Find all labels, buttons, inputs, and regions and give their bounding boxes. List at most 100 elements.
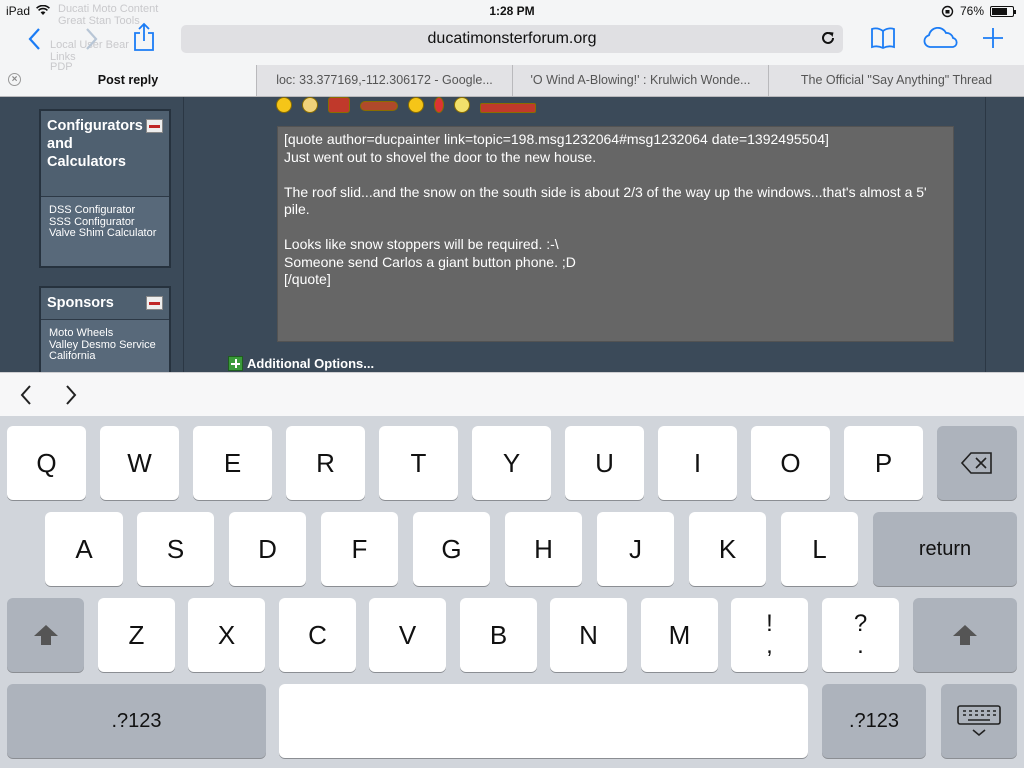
battery-fill [992, 7, 1008, 15]
status-right: 76% [941, 4, 1016, 18]
key-h[interactable]: H [505, 512, 582, 586]
collapse-toggle-icon[interactable] [146, 296, 163, 310]
book-icon[interactable] [870, 26, 896, 50]
tab-bar: × Post reply loc: 33.377169,-112.306172 … [0, 65, 1024, 97]
tab-say-anything[interactable]: The Official "Say Anything" Thread [768, 65, 1024, 96]
configurators-links: DSS Configurator SSS Configurator Valve … [41, 197, 169, 246]
key-t[interactable]: T [379, 426, 458, 500]
key-o[interactable]: O [751, 426, 830, 500]
status-time: 1:28 PM [489, 4, 535, 18]
smiley-icon[interactable] [328, 97, 350, 113]
tab-label: 'O Wind A-Blowing!' : Krulwich Wonde... [530, 73, 751, 87]
shift-icon [33, 625, 58, 645]
shift-key-left[interactable] [7, 598, 84, 672]
tab-post-reply[interactable]: × Post reply [0, 65, 256, 96]
close-icon[interactable]: × [8, 73, 21, 86]
key-b[interactable]: B [460, 598, 537, 672]
web-content: Configurators and Calculators DSS Config… [0, 97, 1024, 372]
configurators-title-text: Configurators and Calculators [47, 118, 143, 170]
message-textarea[interactable]: [quote author=ducpainter link=topic=198.… [277, 126, 954, 342]
additional-options-label: Additional Options... [247, 356, 375, 371]
plus-icon[interactable] [982, 27, 1004, 49]
shift-icon [953, 625, 977, 645]
configurators-box: Configurators and Calculators DSS Config… [39, 109, 171, 268]
key-m[interactable]: M [641, 598, 718, 672]
tab-label: Post reply [97, 73, 159, 87]
dismiss-keyboard-key[interactable] [941, 684, 1017, 758]
chevron-left-icon[interactable] [27, 27, 43, 51]
key-a[interactable]: A [45, 512, 123, 586]
link-valve-shim-calculator[interactable]: Valve Shim Calculator [49, 227, 163, 240]
numbers-key-right[interactable]: .?123 [822, 684, 926, 758]
battery-percent: 76% [959, 4, 984, 18]
additional-options-link[interactable]: Additional Options... [228, 356, 374, 371]
onscreen-keyboard: Q W E R T Y U I O P A S D F G H J K L re… [0, 416, 1024, 768]
smiley-icon[interactable] [454, 97, 470, 113]
tab-krulwich[interactable]: 'O Wind A-Blowing!' : Krulwich Wonde... [512, 65, 768, 96]
smiley-icon[interactable] [480, 103, 536, 113]
next-field-button[interactable] [57, 381, 85, 409]
rotation-lock-icon [941, 5, 954, 17]
sponsors-box: Sponsors Moto Wheels Valley Desmo Servic… [39, 286, 171, 372]
key-p[interactable]: P [844, 426, 923, 500]
tab-label: The Official "Say Anything" Thread [800, 73, 993, 87]
collapse-toggle-icon[interactable] [146, 119, 163, 133]
smiley-icon[interactable] [276, 97, 292, 113]
key-d[interactable]: D [229, 512, 306, 586]
key-i[interactable]: I [658, 426, 737, 500]
browser-toolbar: Ducati Moto Content Great Stan Tools Loc… [0, 0, 1024, 97]
key-e[interactable]: E [193, 426, 272, 500]
address-bar[interactable]: ducatimonsterforum.org [181, 25, 843, 53]
key-legend: ! , [766, 612, 773, 659]
chevron-right-icon[interactable] [83, 27, 99, 51]
key-bottom: . [857, 632, 864, 659]
key-exclamation-comma[interactable]: ! , [731, 598, 808, 672]
keyboard-dismiss-icon [957, 705, 1001, 737]
key-w[interactable]: W [100, 426, 179, 500]
return-key[interactable]: return [873, 512, 1017, 586]
key-s[interactable]: S [137, 512, 214, 586]
key-z[interactable]: Z [98, 598, 175, 672]
forum-sidebar: Configurators and Calculators DSS Config… [28, 97, 183, 372]
key-c[interactable]: C [279, 598, 356, 672]
backspace-key[interactable] [937, 426, 1017, 500]
key-k[interactable]: K [689, 512, 766, 586]
post-form: [quote author=ducpainter link=topic=198.… [183, 97, 986, 372]
smiley-icon[interactable] [302, 97, 318, 113]
key-x[interactable]: X [188, 598, 265, 672]
key-v[interactable]: V [369, 598, 446, 672]
smiley-icon[interactable] [360, 101, 398, 111]
numbers-key-left[interactable]: .?123 [7, 684, 266, 758]
key-r[interactable]: R [286, 426, 365, 500]
key-g[interactable]: G [413, 512, 490, 586]
link-dss-configurator[interactable]: DSS Configurator [49, 204, 163, 217]
previous-field-button[interactable] [12, 381, 40, 409]
tab-google-maps[interactable]: loc: 33.377169,-112.306172 - Google... [256, 65, 512, 96]
smiley-icon[interactable] [434, 97, 444, 113]
key-j[interactable]: J [597, 512, 674, 586]
key-bottom: , [766, 632, 773, 659]
share-icon[interactable] [132, 22, 156, 52]
smiley-bar [276, 97, 536, 113]
key-f[interactable]: F [321, 512, 398, 586]
sponsors-title-text: Sponsors [47, 295, 114, 311]
battery-icon [990, 5, 1016, 17]
key-n[interactable]: N [550, 598, 627, 672]
shift-key-right[interactable] [913, 598, 1017, 672]
key-q[interactable]: Q [7, 426, 86, 500]
tab-label: loc: 33.377169,-112.306172 - Google... [276, 73, 493, 87]
sponsors-title: Sponsors [41, 288, 169, 320]
space-key[interactable] [279, 684, 808, 758]
link-moto-wheels[interactable]: Moto Wheels [49, 327, 163, 340]
sponsors-links: Moto Wheels Valley Desmo Service Califor… [41, 320, 169, 369]
key-y[interactable]: Y [472, 426, 551, 500]
backspace-icon [961, 452, 992, 474]
smiley-icon[interactable] [408, 97, 424, 113]
key-l[interactable]: L [781, 512, 858, 586]
link-california[interactable]: California [49, 350, 163, 363]
cloud-icon[interactable] [922, 27, 960, 49]
key-question-period[interactable]: ? . [822, 598, 899, 672]
reload-icon[interactable] [819, 29, 837, 47]
key-u[interactable]: U [565, 426, 644, 500]
key-legend: ? . [854, 612, 867, 659]
